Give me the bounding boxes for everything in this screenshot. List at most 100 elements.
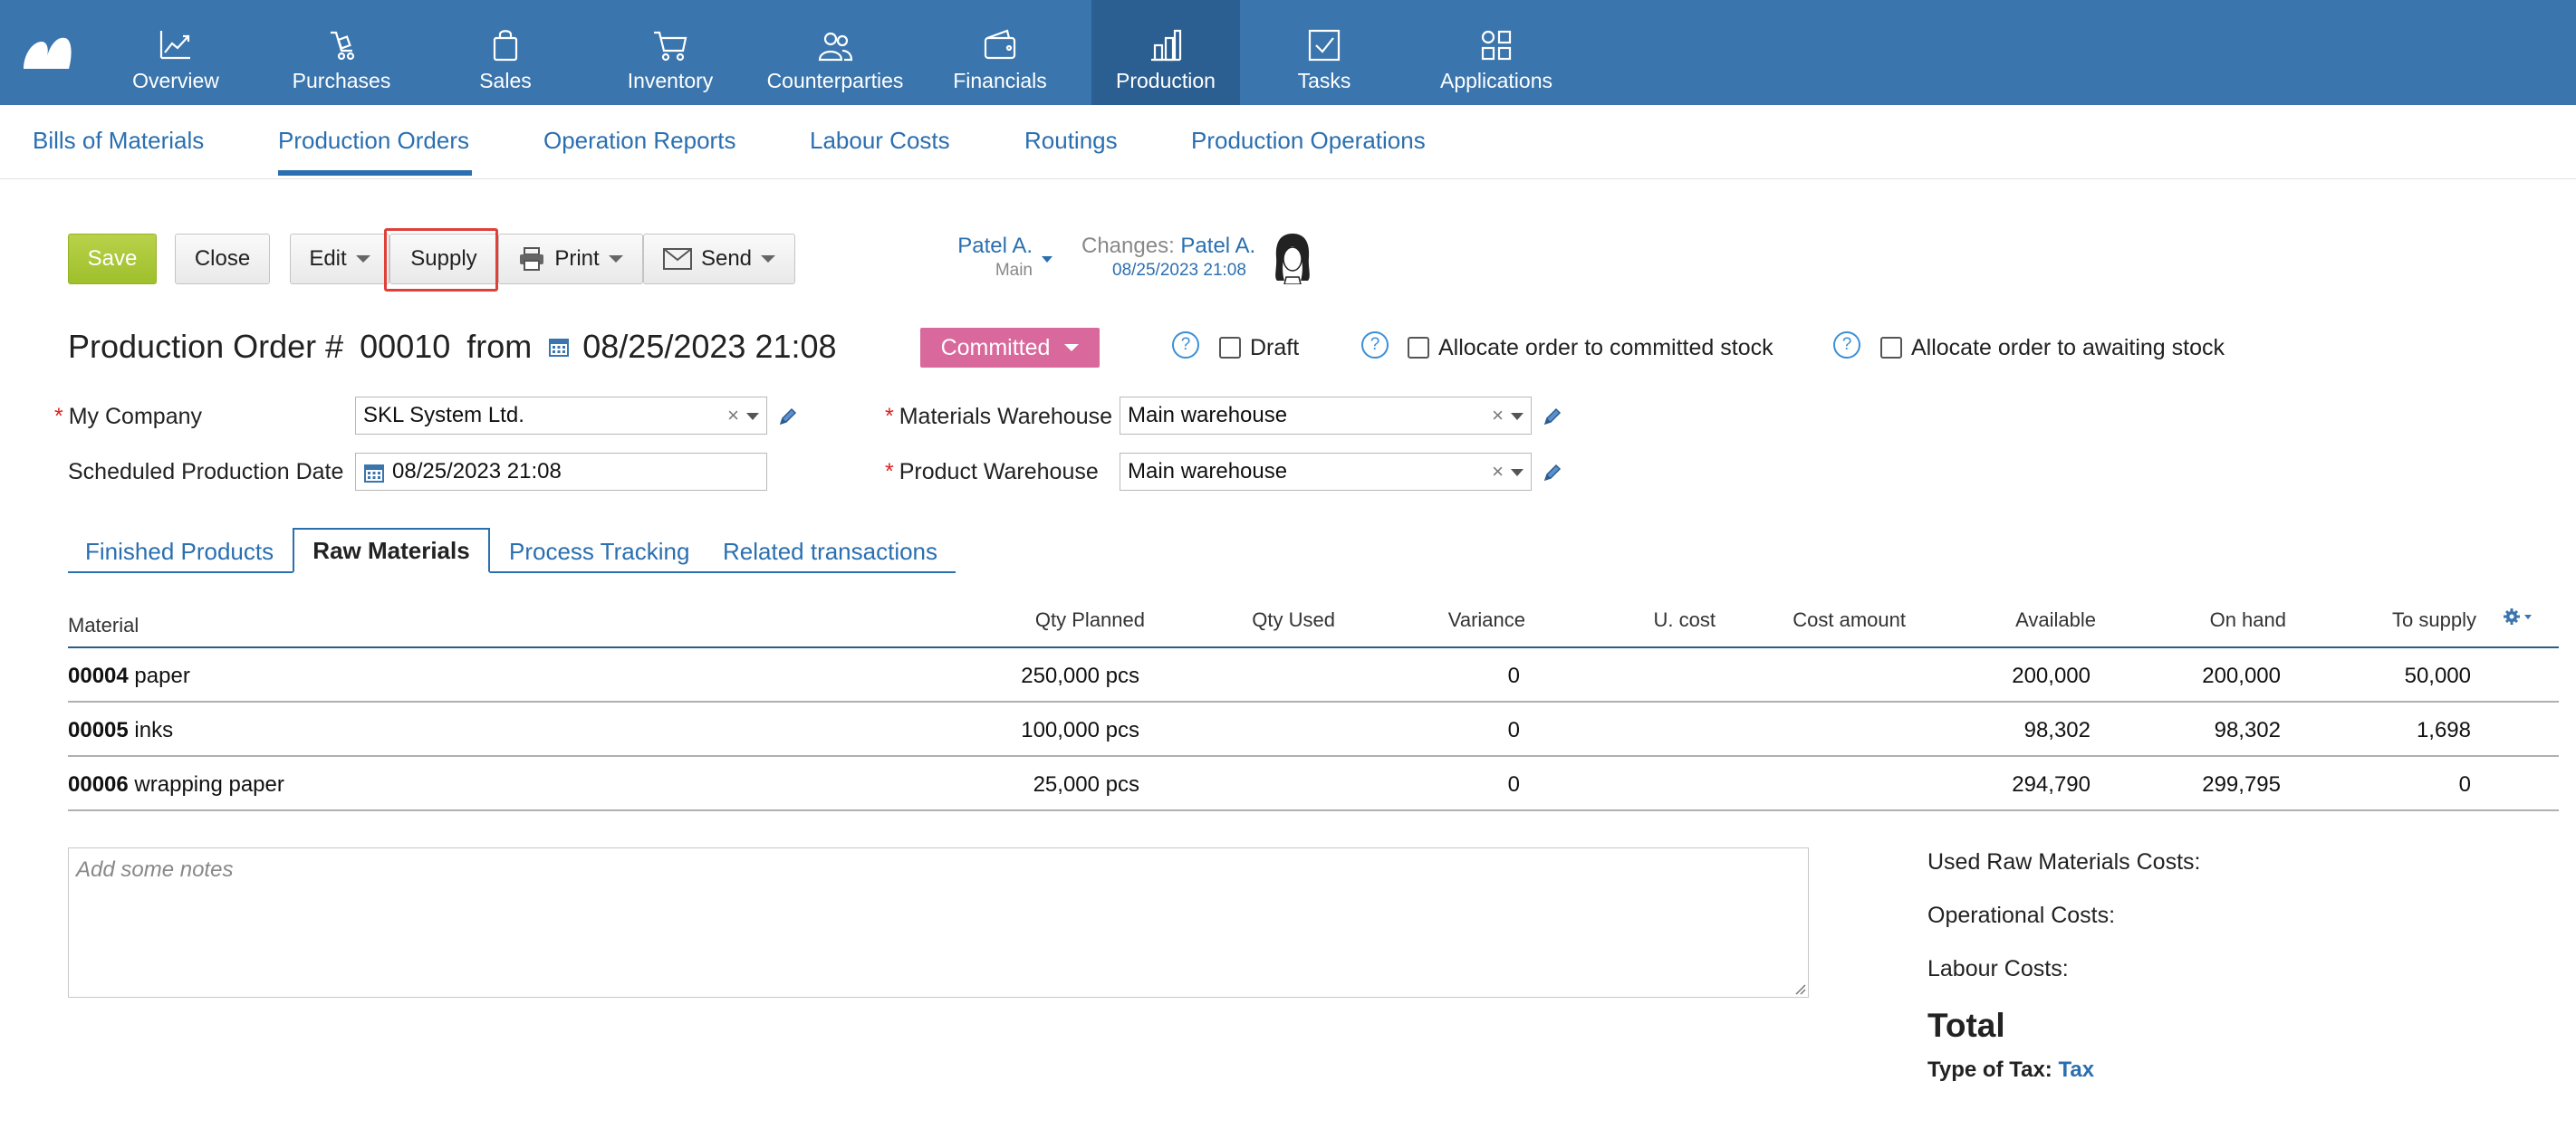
resize-handle-icon[interactable] [1793, 982, 1806, 995]
edit-pencil-icon[interactable] [777, 406, 799, 427]
clear-icon[interactable]: × [1492, 460, 1504, 483]
nav-overview[interactable]: Overview [101, 0, 250, 105]
col-header-available[interactable]: Available [1915, 608, 2096, 632]
subnav-production-orders[interactable]: Production Orders [278, 127, 469, 155]
allocate-committed-checkbox[interactable] [1408, 337, 1429, 359]
tab-related-transactions[interactable]: Related transactions [723, 538, 937, 566]
owner-dropdown-icon[interactable] [1042, 256, 1053, 263]
chevron-down-icon[interactable] [1511, 469, 1523, 476]
wallet-icon [984, 29, 1016, 60]
nav-applications[interactable]: Applications [1422, 0, 1571, 105]
edit-pencil-icon[interactable] [1542, 406, 1563, 427]
col-header-variance[interactable]: Variance [1344, 608, 1525, 632]
material-name: paper [134, 664, 190, 688]
chevron-down-icon[interactable] [1511, 413, 1523, 420]
col-header-qty-planned[interactable]: Qty Planned [964, 608, 1145, 632]
col-header-qty-used[interactable]: Qty Used [1154, 608, 1335, 632]
available-cell: 200,000 [2012, 664, 2091, 688]
tax-type-link[interactable]: Tax [2058, 1058, 2094, 1082]
col-header-cost-amount[interactable]: Cost amount [1725, 608, 1906, 632]
subnav-bills-of-materials[interactable]: Bills of Materials [33, 127, 204, 155]
col-header-on-hand[interactable]: On hand [2105, 608, 2286, 632]
materials-wh-label: * Materials Warehouse [885, 404, 1113, 429]
save-label: Save [87, 246, 138, 271]
notes-textarea[interactable]: Add some notes [68, 847, 1809, 998]
changes-by[interactable]: Patel A. [1180, 234, 1255, 258]
to-supply-cell: 0 [2458, 772, 2471, 797]
order-title-label: Production Order # [68, 328, 344, 365]
chevron-down-icon[interactable] [746, 413, 759, 420]
tab-finished-products[interactable]: Finished Products [85, 538, 274, 566]
on-hand-cell: 98,302 [2214, 718, 2281, 742]
sched-date-label: Scheduled Production Date [68, 459, 344, 484]
help-icon[interactable]: ? [1172, 331, 1199, 359]
column-settings-gear-icon[interactable] [2502, 607, 2534, 628]
save-button[interactable]: Save [68, 234, 157, 284]
company-select[interactable]: SKL System Ltd. × [355, 397, 767, 435]
sched-date-value: 08/25/2023 21:08 [392, 459, 562, 483]
materials-wh-select[interactable]: Main warehouse × [1120, 397, 1532, 435]
subnav-routings[interactable]: Routings [1024, 127, 1118, 155]
col-header-unit-cost[interactable]: U. cost [1534, 608, 1716, 632]
tab-process-tracking[interactable]: Process Tracking [509, 538, 689, 566]
table-row-material[interactable]: 00004 paper [68, 664, 190, 689]
help-icon[interactable]: ? [1833, 331, 1860, 359]
col-header-to-supply[interactable]: To supply [2295, 608, 2476, 632]
status-dropdown[interactable]: Committed [920, 328, 1100, 368]
subnav-production-operations[interactable]: Production Operations [1191, 127, 1426, 155]
material-name: wrapping paper [134, 772, 284, 797]
product-wh-select[interactable]: Main warehouse × [1120, 453, 1532, 491]
table-row-material[interactable]: 00006 wrapping paper [68, 772, 284, 798]
clear-icon[interactable]: × [1492, 404, 1504, 427]
nav-purchases[interactable]: Purchases [267, 0, 416, 105]
row-divider [68, 809, 2559, 811]
app-logo-icon[interactable] [20, 29, 74, 72]
nav-label: Inventory [627, 69, 714, 92]
nav-label: Applications [1439, 69, 1553, 92]
cart-icon [654, 31, 687, 62]
col-header-material[interactable]: Material [68, 614, 139, 637]
qty-planned-cell[interactable]: 250,000 pcs [958, 664, 1139, 689]
table-row-material[interactable]: 00005 inks [68, 718, 173, 743]
on-hand-cell: 200,000 [2202, 664, 2281, 688]
close-button[interactable]: Close [175, 234, 270, 284]
avatar[interactable] [1270, 230, 1315, 284]
nav-label: Overview [132, 69, 219, 92]
order-number[interactable]: 00010 [360, 328, 450, 366]
subnav-operation-reports[interactable]: Operation Reports [543, 127, 735, 155]
calendar-icon[interactable] [548, 336, 570, 358]
nav-tasks[interactable]: Tasks [1250, 0, 1399, 105]
edit-pencil-icon[interactable] [1542, 462, 1563, 483]
help-icon[interactable]: ? [1361, 331, 1389, 359]
calendar-icon[interactable] [363, 462, 385, 483]
materials-wh-value: Main warehouse [1128, 403, 1288, 427]
nav-label: Purchases [292, 69, 391, 92]
allocate-awaiting-checkbox[interactable] [1880, 337, 1902, 359]
clear-icon[interactable]: × [727, 404, 739, 427]
nav-inventory[interactable]: Inventory [596, 0, 745, 105]
nav-production[interactable]: Production [1091, 0, 1240, 105]
send-button[interactable]: Send [643, 234, 795, 284]
nav-label: Production [1116, 69, 1216, 92]
owner-group: Main [995, 261, 1033, 280]
close-label: Close [194, 246, 251, 271]
nav-sales[interactable]: Sales [431, 0, 580, 105]
nav-counterparties[interactable]: Counterparties [761, 0, 909, 105]
send-label: Send [700, 246, 753, 271]
edit-button[interactable]: Edit [290, 234, 389, 284]
chevron-down-icon [761, 255, 776, 263]
subnav-labour-costs[interactable]: Labour Costs [810, 127, 950, 155]
edit-label: Edit [309, 246, 347, 271]
owner-name[interactable]: Patel A. [915, 234, 1033, 259]
order-date[interactable]: 08/25/2023 21:08 [582, 328, 836, 366]
qty-planned-cell[interactable]: 25,000 pcs [958, 772, 1139, 798]
print-label: Print [554, 246, 600, 271]
tab-raw-materials[interactable]: Raw Materials [293, 528, 490, 573]
draft-checkbox[interactable] [1219, 337, 1241, 359]
row-divider [68, 701, 2559, 703]
print-button[interactable]: Print [498, 234, 643, 284]
chevron-down-icon [355, 255, 370, 263]
qty-planned-cell[interactable]: 100,000 pcs [958, 718, 1139, 743]
nav-financials[interactable]: Financials [926, 0, 1074, 105]
sched-date-input[interactable]: 08/25/2023 21:08 [355, 453, 767, 491]
